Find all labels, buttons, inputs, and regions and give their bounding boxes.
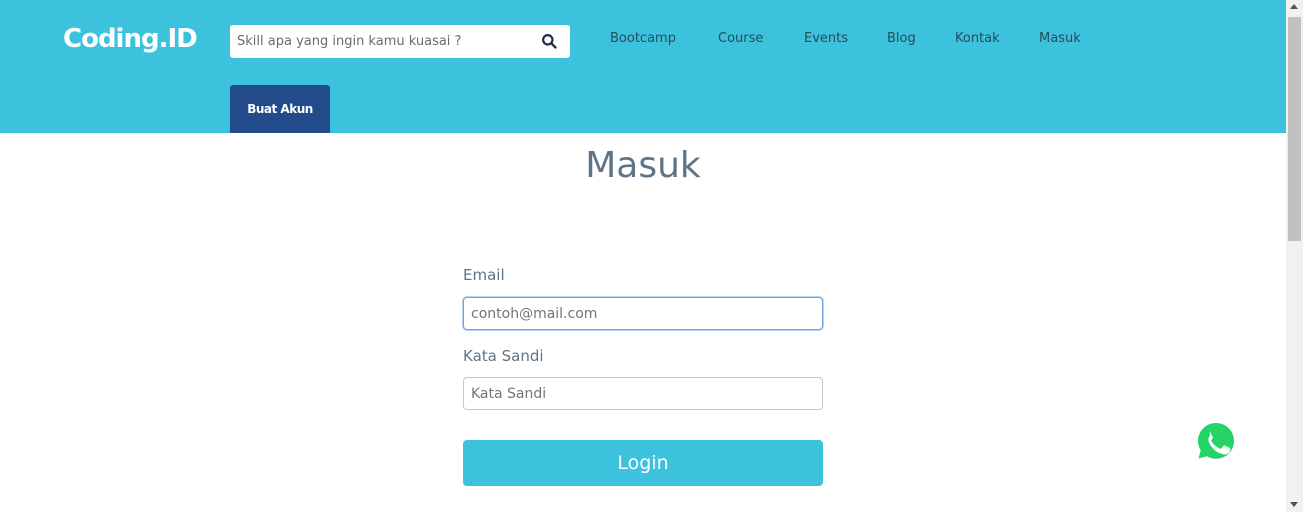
search-input[interactable] <box>230 25 530 58</box>
signup-button[interactable]: Buat Akun <box>230 85 330 133</box>
search-bar <box>230 25 570 58</box>
scroll-up-icon[interactable] <box>1290 4 1298 9</box>
login-button[interactable]: Login <box>463 440 823 486</box>
nav-blog[interactable]: Blog <box>887 31 916 46</box>
scroll-down-icon[interactable] <box>1290 502 1298 507</box>
page-title: Masuk <box>585 145 701 186</box>
whatsapp-icon[interactable] <box>1190 415 1242 467</box>
nav-bootcamp[interactable]: Bootcamp <box>610 31 676 46</box>
scrollbar[interactable] <box>1286 0 1303 512</box>
nav-masuk[interactable]: Masuk <box>1039 31 1081 46</box>
site-header: Coding.ID Bootcamp Course Events Blog Ko… <box>0 0 1286 133</box>
nav-events[interactable]: Events <box>804 31 848 46</box>
nav-course[interactable]: Course <box>718 31 763 46</box>
scrollbar-thumb[interactable] <box>1288 17 1301 241</box>
password-field[interactable] <box>463 377 823 410</box>
nav-kontak[interactable]: Kontak <box>955 31 1000 46</box>
email-label: Email <box>463 266 505 284</box>
email-field[interactable] <box>463 297 823 330</box>
logo[interactable]: Coding.ID <box>63 24 198 54</box>
password-label: Kata Sandi <box>463 347 544 365</box>
search-icon[interactable] <box>541 33 558 50</box>
